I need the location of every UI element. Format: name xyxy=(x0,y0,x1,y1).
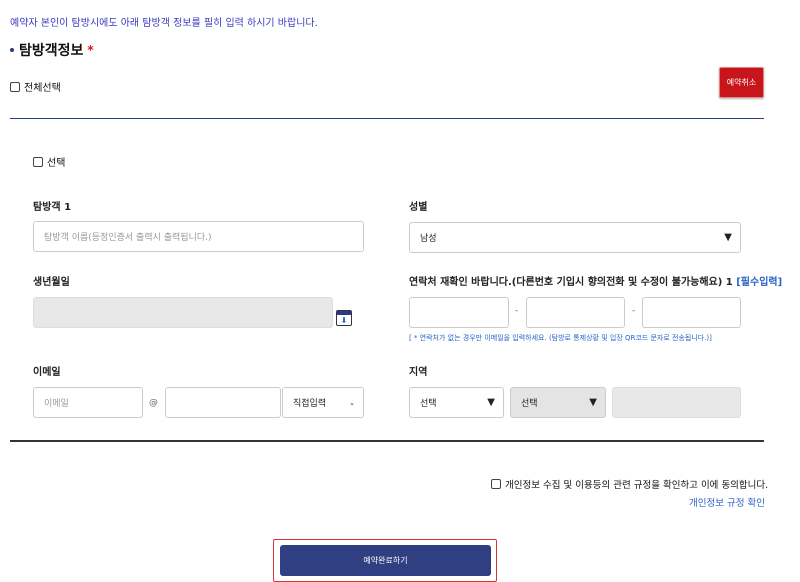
region-detail-input xyxy=(612,387,741,418)
email-local-input[interactable]: 이메일 xyxy=(33,387,143,418)
complete-reservation-button[interactable]: 예약완료하기 xyxy=(280,545,491,576)
section-title-text: 탐방객정보 xyxy=(19,43,84,59)
required-mark: * xyxy=(87,43,94,57)
email-domain-select[interactable]: 직접입력 ⌄ xyxy=(282,387,364,418)
email-label: 이메일 xyxy=(33,367,61,378)
visitor-select-label: 선택 xyxy=(47,158,66,169)
phone-hint: [ * 연락처가 없는 경우만 이메일을 입력하세요. (탐방로 통제상황 및 … xyxy=(409,334,712,342)
phone-required-mark: [필수입력] xyxy=(736,277,783,288)
calendar-icon[interactable]: ⬇ xyxy=(336,310,352,326)
chevron-down-icon: ⌄ xyxy=(349,398,355,407)
section-title: 탐방객정보 * xyxy=(10,40,94,60)
region-select-2[interactable]: 선택 ▼ xyxy=(510,387,606,418)
birth-label: 생년월일 xyxy=(33,277,70,288)
checkbox-icon[interactable] xyxy=(33,156,43,167)
gender-select[interactable]: 남성 ▼ xyxy=(409,222,741,253)
phone-part3-input[interactable] xyxy=(642,297,741,328)
gender-label: 성별 xyxy=(409,202,428,213)
divider xyxy=(10,118,764,119)
select-all-label: 전체선택 xyxy=(24,83,61,94)
email-domain-value: 직접입력 xyxy=(293,399,327,409)
chevron-down-icon: ▼ xyxy=(589,397,597,408)
privacy-policy-link[interactable]: 개인정보 규정 확인 xyxy=(689,495,765,509)
visitor-select-checkbox[interactable]: 선택 xyxy=(33,154,65,169)
chevron-down-icon: ▼ xyxy=(724,232,732,243)
region-label: 지역 xyxy=(409,367,428,378)
phone-label: 연락처 재확인 바랍니다.(다른번호 기입시 향의전화 및 수정이 불가능해요)… xyxy=(409,277,783,288)
chevron-down-icon: ▼ xyxy=(487,397,495,408)
cancel-reservation-button[interactable]: 예약취소 xyxy=(719,67,764,98)
region-select-1-value: 선택 xyxy=(420,399,437,409)
gender-value: 남성 xyxy=(420,234,437,244)
checkbox-icon[interactable] xyxy=(10,81,20,92)
privacy-agree-checkbox[interactable]: 개인정보 수집 및 이용등의 관련 규정을 확인하고 이에 동의합니다. xyxy=(491,477,768,491)
region-select-1[interactable]: 선택 ▼ xyxy=(409,387,504,418)
checkbox-icon[interactable] xyxy=(491,479,501,489)
name-label: 탐방객 1 xyxy=(33,202,72,213)
select-all-checkbox[interactable]: 전체선택 xyxy=(10,79,61,94)
bullet-icon xyxy=(10,48,14,52)
email-domain-input[interactable] xyxy=(165,387,281,418)
privacy-agree-label: 개인정보 수집 및 이용등의 관련 규정을 확인하고 이에 동의합니다. xyxy=(505,480,769,491)
phone-part2-input[interactable] xyxy=(526,297,625,328)
region-select-2-value: 선택 xyxy=(521,399,538,409)
visitor-name-input[interactable]: 탐방객 이름(등정인증서 출력시 출력됩니다.) xyxy=(33,221,364,252)
divider xyxy=(10,440,764,442)
phone-separator: - xyxy=(632,306,636,316)
phone-separator: - xyxy=(515,306,519,316)
phone-part1-input[interactable] xyxy=(409,297,509,328)
email-at-sign: @ xyxy=(149,398,158,408)
notice-text: 예약자 본인이 탐방시에도 아래 탐방객 정보를 필히 입력 하시기 바랍니다. xyxy=(10,18,318,29)
birth-date-input xyxy=(33,297,333,328)
